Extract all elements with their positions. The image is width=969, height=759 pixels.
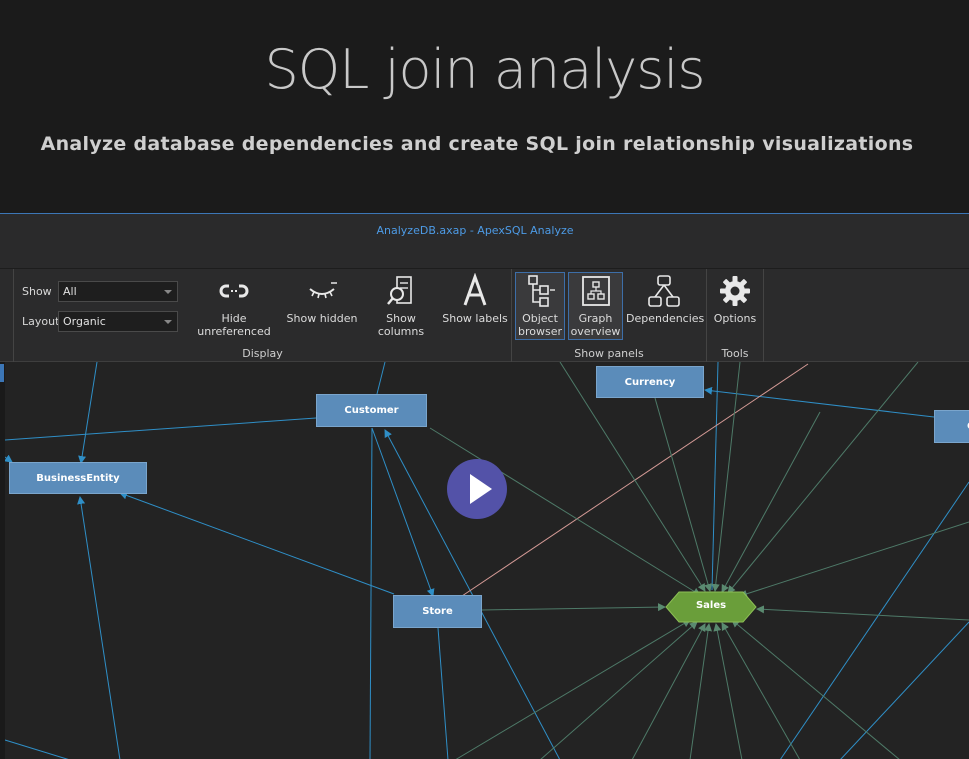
show-combo[interactable]: All <box>58 281 178 302</box>
edge <box>4 417 317 441</box>
options-label: Options <box>713 312 757 325</box>
dependencies-button[interactable]: Dependencies <box>626 273 705 341</box>
node-partial-right[interactable]: C <box>934 410 969 443</box>
show-columns-label: Show columns <box>377 312 425 338</box>
ribbon-group-tools: Options Tools <box>707 269 764 363</box>
ribbon-group-display: Show All Layout Organic Hide unreference… <box>13 269 512 363</box>
layout-combo[interactable]: Organic <box>58 311 178 332</box>
app-window: AnalyzeDB.axap - ApexSQL Analyze Show Al… <box>0 213 969 759</box>
edge <box>711 362 741 592</box>
object-browser-label-line2: browser <box>517 325 562 338</box>
object-browser-button[interactable]: Object browser <box>515 272 565 340</box>
edge <box>77 496 121 759</box>
edge <box>721 622 801 759</box>
node-label: Store <box>422 606 453 617</box>
ribbon-group-panels: Object browser Graph overview Dependenci… <box>512 269 707 363</box>
edge <box>376 362 386 395</box>
graph-overview-label-line2: overview <box>570 325 621 338</box>
hero-banner: SQL join analysis Analyze database depen… <box>0 0 969 213</box>
show-label: Show <box>22 285 52 298</box>
hero-title: SQL join analysis <box>264 38 705 101</box>
left-panel-marker <box>0 364 4 382</box>
overview-icon <box>581 276 610 306</box>
graph-canvas[interactable]: Currency Customer BusinessEntity Store C… <box>0 362 969 759</box>
panels-group-label: Show panels <box>574 347 644 360</box>
window-titlebar: AnalyzeDB.axap - ApexSQL Analyze <box>0 214 969 268</box>
play-icon[interactable] <box>447 459 507 519</box>
show-combo-value: All <box>63 285 77 298</box>
edge <box>654 397 712 592</box>
hierarchy-icon <box>648 275 680 307</box>
chevron-down-icon <box>164 320 172 324</box>
node-label: Currency <box>624 376 676 388</box>
document-search-icon <box>387 276 412 305</box>
node-business-entity[interactable]: BusinessEntity <box>9 462 147 494</box>
edge <box>481 603 666 612</box>
graph-overview-button[interactable]: Graph overview <box>568 272 623 340</box>
edge <box>4 739 69 759</box>
show-hidden-label: Show hidden <box>286 312 358 325</box>
edge <box>713 623 743 759</box>
layout-label: Layout <box>22 315 60 328</box>
gear-icon <box>720 276 750 306</box>
node-currency[interactable]: Currency <box>596 366 704 398</box>
edge <box>689 623 712 759</box>
unlink-icon <box>219 284 249 298</box>
hide-unreferenced-button[interactable]: Hide unreferenced <box>188 273 280 341</box>
window-title: AnalyzeDB.axap - ApexSQL Analyze <box>376 224 574 237</box>
node-label: BusinessEntity <box>36 472 120 484</box>
hide-unreferenced-label: Hide unreferenced <box>197 312 271 338</box>
hero-subtitle: Analyze database dependencies and create… <box>40 133 914 155</box>
object-browser-label-line1: Object <box>522 312 558 325</box>
left-panel-strip <box>0 362 5 759</box>
show-labels-button[interactable]: Show labels <box>442 273 508 341</box>
letter-a-icon <box>463 273 487 306</box>
edge <box>437 627 449 759</box>
edge <box>540 621 698 759</box>
edge <box>371 427 435 597</box>
edge <box>731 619 900 759</box>
edge <box>721 411 821 593</box>
display-group-label: Display <box>242 347 283 360</box>
show-labels-label: Show labels <box>442 312 508 325</box>
node-label: Customer <box>344 405 399 416</box>
options-button[interactable]: Options <box>710 273 760 341</box>
edge <box>780 481 969 759</box>
edge <box>711 362 719 591</box>
edge <box>631 623 706 759</box>
graph-overview-label-line1: Graph <box>578 312 613 325</box>
edge <box>455 619 691 759</box>
edge <box>756 605 969 621</box>
edge <box>369 427 373 759</box>
layout-combo-value: Organic <box>63 315 106 328</box>
edge <box>739 521 969 598</box>
tools-group-label: Tools <box>721 347 749 360</box>
edge <box>727 362 919 594</box>
closed-eye-icon <box>309 282 337 299</box>
show-hidden-button[interactable]: Show hidden <box>286 273 358 341</box>
node-customer[interactable]: Customer <box>316 394 427 427</box>
ribbon: Show All Layout Organic Hide unreference… <box>0 268 969 363</box>
tree-icon <box>528 275 555 307</box>
chevron-down-icon <box>164 290 172 294</box>
graph-edges <box>3 362 969 759</box>
node-store[interactable]: Store <box>393 595 482 628</box>
edge <box>119 491 395 595</box>
show-columns-button[interactable]: Show columns <box>364 273 438 341</box>
dependencies-label: Dependencies <box>626 312 705 325</box>
node-label: Sales <box>695 600 727 611</box>
node-sales[interactable]: Sales <box>665 591 757 623</box>
edge <box>78 362 98 464</box>
